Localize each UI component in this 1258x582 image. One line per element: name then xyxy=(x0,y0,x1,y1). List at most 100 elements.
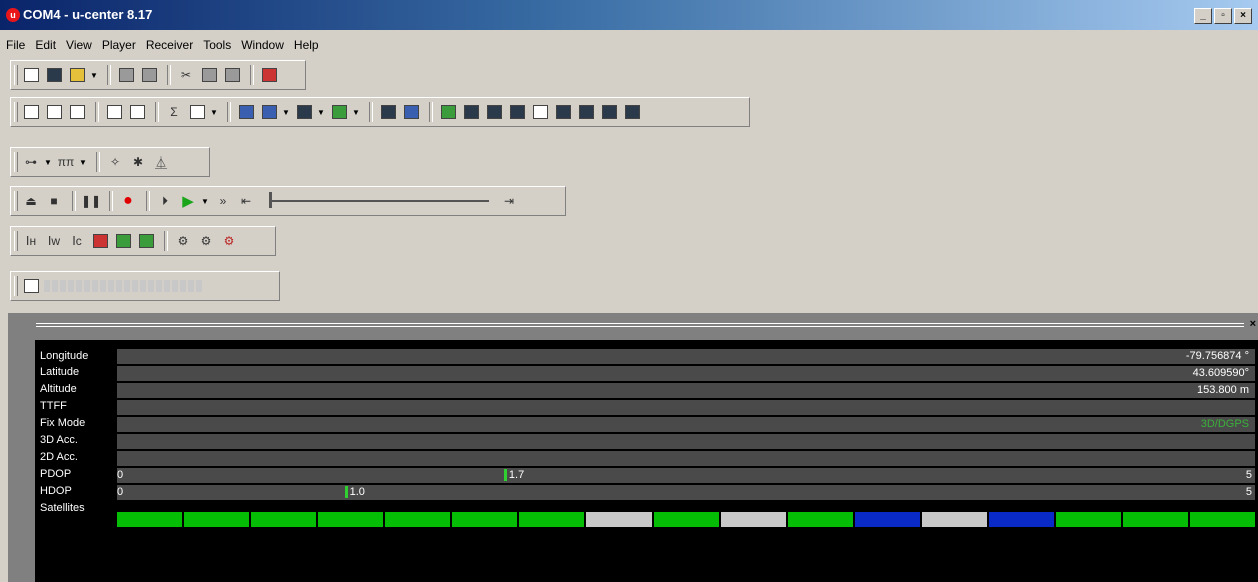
altitude-bar: 153.800 m xyxy=(117,383,1255,398)
docked-panel-header: × xyxy=(36,318,1258,332)
globe-icon[interactable] xyxy=(236,103,256,121)
restore-button[interactable]: ▫ xyxy=(1214,8,1232,24)
eject-icon[interactable]: ⏏ xyxy=(21,192,41,210)
menu-edit[interactable]: Edit xyxy=(35,38,56,52)
end-icon[interactable]: ⇥ xyxy=(499,192,519,210)
fast-forward-icon[interactable]: » xyxy=(213,192,233,210)
playback-slider-thumb[interactable] xyxy=(269,192,272,208)
chart-dropdown-icon[interactable]: ▼ xyxy=(352,108,360,117)
close-button[interactable]: × xyxy=(1234,8,1252,24)
print-preview-icon[interactable] xyxy=(139,66,159,84)
gear-icon[interactable]: ⚙ xyxy=(196,232,216,250)
menu-player[interactable]: Player xyxy=(102,38,136,52)
satellite-segment xyxy=(1055,512,1121,527)
hdop-bar xyxy=(117,485,1255,500)
menu-file[interactable]: File xyxy=(6,38,25,52)
gear-icon[interactable]: ⚙ xyxy=(219,232,239,250)
fix-mode-bar: 3D/DGPS xyxy=(117,417,1255,432)
satellite-segment xyxy=(318,512,384,527)
chart-icon[interactable] xyxy=(329,103,349,121)
views-toolbar: Σ ▼ ▼ ▼ ▼ xyxy=(10,97,750,127)
print-icon[interactable] xyxy=(116,66,136,84)
panel-icon[interactable] xyxy=(461,103,481,121)
pause-icon[interactable]: ❚❚ xyxy=(81,192,101,210)
reset-cold-icon[interactable]: Ⅰc xyxy=(67,232,87,250)
panel-icon[interactable] xyxy=(553,103,573,121)
satellite-segment xyxy=(720,512,786,527)
hdop-marker xyxy=(344,486,348,498)
view-icon[interactable] xyxy=(127,103,147,121)
panel-close-icon[interactable]: × xyxy=(1250,318,1256,330)
panel-icon[interactable] xyxy=(378,103,398,121)
menu-tools[interactable]: Tools xyxy=(203,38,231,52)
record-icon[interactable]: ● xyxy=(118,192,138,210)
chart-dropdown-icon[interactable]: ▼ xyxy=(317,108,325,117)
wizard-icon[interactable]: ✧ xyxy=(105,153,125,171)
panel-icon[interactable] xyxy=(530,103,550,121)
new-icon[interactable] xyxy=(21,66,41,84)
chart-dropdown-icon[interactable]: ▼ xyxy=(282,108,290,117)
copy-icon[interactable] xyxy=(199,66,219,84)
rewind-icon[interactable]: ⇤ xyxy=(236,192,256,210)
minimize-button[interactable]: _ xyxy=(1194,8,1212,24)
satellite-segment xyxy=(184,512,250,527)
chart-icon[interactable] xyxy=(259,103,279,121)
play-dropdown-icon[interactable]: ▼ xyxy=(201,197,209,206)
docs-icon[interactable] xyxy=(44,103,64,121)
fix-mode-value: 3D/DGPS xyxy=(1200,418,1249,430)
panel-icon[interactable] xyxy=(438,103,458,121)
messages-icon[interactable] xyxy=(136,232,156,250)
menu-view[interactable]: View xyxy=(66,38,92,52)
debug-icon[interactable]: ✱ xyxy=(128,153,148,171)
connection-icon[interactable]: ⊶ xyxy=(21,153,41,171)
reset-hot-icon[interactable]: Ⅰн xyxy=(21,232,41,250)
menu-receiver[interactable]: Receiver xyxy=(146,38,193,52)
messages-icon[interactable] xyxy=(113,232,133,250)
chart-icon[interactable] xyxy=(294,103,314,121)
stop-icon[interactable] xyxy=(259,66,279,84)
latitude-bar: 43.609590° xyxy=(117,366,1255,381)
hdop-value: 1.0 xyxy=(349,486,365,498)
docs-icon[interactable] xyxy=(21,103,41,121)
separator xyxy=(369,102,373,122)
panel-icon[interactable] xyxy=(401,103,421,121)
separator xyxy=(109,191,113,211)
sum-icon[interactable]: Σ xyxy=(164,103,184,121)
baudrate-dropdown-icon[interactable]: ▼ xyxy=(79,158,87,167)
panel-icon[interactable] xyxy=(599,103,619,121)
table-dropdown-icon[interactable]: ▼ xyxy=(210,108,218,117)
open-icon[interactable] xyxy=(67,66,87,84)
gear-icon[interactable]: ⚙ xyxy=(173,232,193,250)
panel-icon[interactable] xyxy=(576,103,596,121)
save-icon[interactable] xyxy=(44,66,64,84)
satellite-segment xyxy=(251,512,317,527)
reset-warm-icon[interactable]: Ⅰw xyxy=(44,232,64,250)
baudrate-icon[interactable]: ππ xyxy=(56,153,76,171)
table-icon[interactable] xyxy=(187,103,207,121)
stop-icon[interactable]: ■ xyxy=(44,192,64,210)
menu-window[interactable]: Window xyxy=(241,38,284,52)
antenna-icon[interactable]: ⏅ xyxy=(151,153,171,171)
step-icon[interactable]: ⏵ xyxy=(155,192,175,210)
open-dropdown-icon[interactable]: ▼ xyxy=(90,71,98,80)
panel-icon[interactable] xyxy=(622,103,642,121)
panel-icon[interactable] xyxy=(507,103,527,121)
playback-slider[interactable] xyxy=(269,192,489,208)
receiver-toolbar: Ⅰн Ⅰw Ⅰc ⚙ ⚙ ⚙ xyxy=(10,226,276,256)
3d-acc-bar xyxy=(117,434,1255,449)
cut-icon[interactable]: ✂ xyxy=(176,66,196,84)
panel-icon[interactable] xyxy=(484,103,504,121)
2d-acc-bar xyxy=(117,451,1255,466)
separator xyxy=(95,102,99,122)
config-icon[interactable] xyxy=(90,232,110,250)
menu-help[interactable]: Help xyxy=(294,38,319,52)
docs-icon[interactable] xyxy=(67,103,87,121)
paste-icon[interactable] xyxy=(222,66,242,84)
play-icon[interactable]: ▶ xyxy=(178,192,198,210)
satellite-segment xyxy=(117,512,183,527)
view-icon[interactable] xyxy=(104,103,124,121)
connection-dropdown-icon[interactable]: ▼ xyxy=(44,158,52,167)
pdop-value: 1.7 xyxy=(508,469,525,481)
add-icon[interactable] xyxy=(21,277,41,295)
separator xyxy=(72,191,76,211)
